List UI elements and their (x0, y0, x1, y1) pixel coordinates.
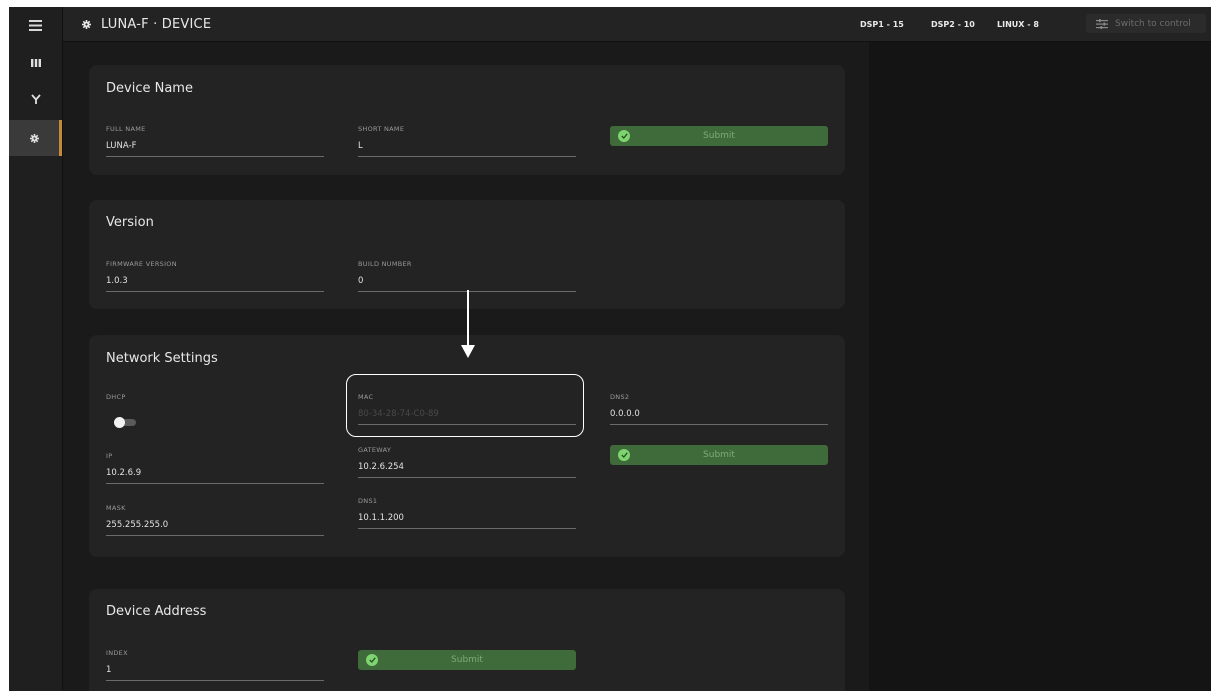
gear-icon (29, 133, 39, 143)
bars-icon (30, 59, 41, 67)
device-address-submit-button[interactable]: Submit (358, 650, 576, 670)
field-label: BUILD NUMBER (358, 260, 412, 268)
field-label: GATEWAY (358, 446, 392, 454)
short-name-input[interactable]: L (358, 141, 576, 157)
gateway-field[interactable]: GATEWAY 10.2.6.254 (358, 446, 576, 478)
card-title: Device Name (106, 81, 193, 96)
network-submit-button[interactable]: Submit (610, 445, 828, 465)
status-dsp1: DSP1 - 15 (860, 19, 904, 29)
field-label: SHORT NAME (358, 125, 405, 133)
field-label: DHCP (106, 393, 126, 401)
right-panel (869, 42, 1211, 691)
gear-icon (82, 19, 91, 29)
field-label: INDEX (106, 649, 128, 657)
page-title: LUNA-F · DEVICE (82, 7, 211, 41)
dns1-input[interactable]: 10.1.1.200 (358, 513, 576, 529)
submit-label: Submit (703, 131, 735, 141)
sidebar-item-channels[interactable] (9, 45, 62, 81)
sliders-icon (1096, 18, 1108, 29)
short-name-field[interactable]: SHORT NAME L (358, 125, 576, 157)
field-label: MASK (106, 504, 126, 512)
build-number-field: BUILD NUMBER 0 (358, 260, 576, 292)
switch-to-control-button[interactable]: Switch to control (1086, 14, 1206, 33)
fork-icon (30, 94, 41, 104)
annotation-highlight-box (346, 374, 584, 437)
sidebar-item-device[interactable] (9, 120, 62, 156)
card-title: Device Address (106, 604, 207, 619)
field-label: DNS2 (610, 393, 630, 401)
switch-to-control-label: Switch to control (1115, 18, 1191, 29)
menu-icon (29, 19, 42, 31)
dhcp-field: DHCP (106, 393, 324, 401)
device-name-card: Device Name FULL NAME LUNA-F SHORT NAME … (89, 65, 845, 175)
device-address-card: Device Address INDEX 1 Submit (89, 589, 845, 691)
menu-button[interactable] (9, 7, 62, 43)
field-label: FIRMWARE VERSION (106, 260, 177, 268)
device-name-submit-button[interactable]: Submit (610, 126, 828, 146)
submit-label: Submit (703, 450, 735, 460)
submit-label: Submit (451, 655, 483, 665)
dns2-input[interactable]: 0.0.0.0 (610, 409, 828, 425)
app-window: LUNA-F · DEVICE DSP1 - 15 DSP2 - 10 LINU… (9, 7, 1211, 691)
card-title: Network Settings (106, 351, 218, 366)
index-field[interactable]: INDEX 1 (106, 649, 324, 681)
network-settings-card: Network Settings DHCP IP 10.2.6.9 MASK 2… (89, 335, 845, 557)
sidebar-item-routing[interactable] (9, 81, 62, 117)
mask-field[interactable]: MASK 255.255.255.0 (106, 504, 324, 536)
dns1-field[interactable]: DNS1 10.1.1.200 (358, 497, 576, 529)
dns2-field[interactable]: DNS2 0.0.0.0 (610, 393, 828, 425)
field-label: FULL NAME (106, 125, 146, 133)
annotation-arrow-shaft (467, 290, 469, 347)
ip-input[interactable]: 10.2.6.9 (106, 468, 324, 484)
page-title-text: LUNA-F · DEVICE (101, 16, 212, 32)
full-name-input[interactable]: LUNA-F (106, 141, 324, 157)
main-content: Device Name FULL NAME LUNA-F SHORT NAME … (63, 42, 868, 691)
sidebar (9, 7, 63, 691)
status-linux: LINUX - 8 (997, 19, 1039, 29)
index-input[interactable]: 1 (106, 665, 324, 681)
card-title: Version (106, 215, 154, 230)
firmware-version-value: 1.0.3 (106, 276, 324, 292)
ip-field[interactable]: IP 10.2.6.9 (106, 452, 324, 484)
full-name-field[interactable]: FULL NAME LUNA-F (106, 125, 324, 157)
field-label: IP (106, 452, 113, 460)
mask-input[interactable]: 255.255.255.0 (106, 520, 324, 536)
status-dsp2: DSP2 - 10 (931, 19, 975, 29)
gateway-input[interactable]: 10.2.6.254 (358, 462, 576, 478)
top-bar: LUNA-F · DEVICE DSP1 - 15 DSP2 - 10 LINU… (63, 7, 1211, 42)
toggle-knob (114, 417, 125, 428)
firmware-version-field: FIRMWARE VERSION 1.0.3 (106, 260, 324, 292)
annotation-arrow-head (461, 345, 475, 358)
dhcp-toggle[interactable] (114, 417, 136, 428)
field-label: DNS1 (358, 497, 378, 505)
